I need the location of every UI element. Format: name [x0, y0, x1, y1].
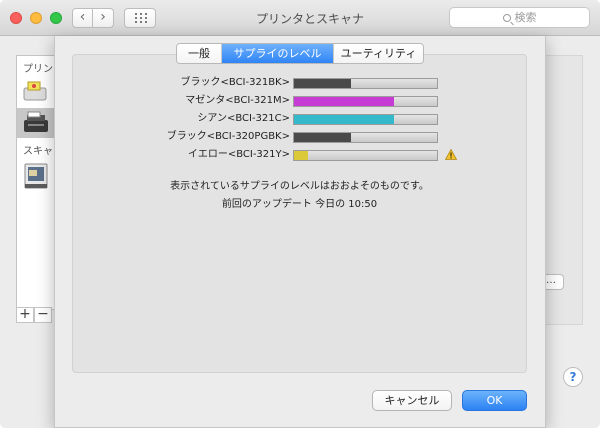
ink-level-gauge	[293, 96, 438, 107]
printer-icon	[24, 111, 48, 132]
tab-general[interactable]: 一般	[177, 44, 221, 63]
supply-label: シアン<BCI-321C>	[197, 113, 290, 124]
close-window-button[interactable]	[10, 12, 22, 24]
add-printer-button[interactable]: +	[16, 307, 34, 323]
printers-header: プリン	[23, 64, 53, 75]
back-button[interactable]: ‹	[72, 8, 93, 28]
warning-icon	[445, 149, 457, 160]
ink-level-fill	[294, 133, 352, 142]
supply-label: マゼンタ<BCI-321M>	[185, 95, 290, 106]
ok-button[interactable]: OK	[462, 390, 527, 411]
printer-icon	[23, 81, 47, 101]
show-all-button[interactable]	[124, 8, 156, 28]
options-button[interactable]: …	[545, 274, 564, 290]
approximate-levels-note: 表示されているサプライのレベルはおおよそのものです。	[170, 181, 429, 192]
ink-level-gauge	[293, 114, 438, 125]
minimize-window-button[interactable]	[30, 12, 42, 24]
scanner-icon	[24, 163, 48, 189]
supply-label: ブラック<BCI-320PGBK>	[166, 131, 290, 142]
ink-level-fill	[294, 79, 352, 88]
ink-level-gauge	[293, 150, 438, 161]
cancel-button[interactable]: キャンセル	[372, 390, 452, 411]
search-placeholder: 検索	[514, 11, 537, 24]
ink-level-fill	[294, 115, 395, 124]
search-icon	[502, 14, 511, 22]
search-field[interactable]: 検索	[449, 7, 590, 28]
title-bar: ‹ › プリンタとスキャナ 検索	[0, 0, 600, 36]
supply-label: イエロー<BCI-321Y>	[187, 149, 290, 160]
ink-level-fill	[294, 151, 309, 160]
window-title: プリンタとスキャナ	[255, 12, 364, 26]
tab-utility[interactable]: ユーティリティ	[333, 44, 423, 63]
chevron-right-icon: ›	[100, 9, 106, 25]
tab-bar: 一般 サプライのレベル ユーティリティ	[176, 43, 424, 64]
ink-level-fill	[294, 97, 395, 106]
forward-button[interactable]: ›	[93, 8, 114, 28]
remove-printer-button[interactable]: −	[34, 307, 52, 323]
printers-scanners-window: ‹ › プリンタとスキャナ 検索 プリン スキャ + − … ? 一般 サプライ…	[0, 0, 600, 428]
help-button[interactable]: ?	[563, 367, 583, 387]
ink-level-gauge	[293, 78, 438, 89]
last-updated-text: 前回のアップデート 今日の 10:50	[221, 199, 378, 210]
grid-icon	[135, 13, 147, 23]
tab-supply-levels[interactable]: サプライのレベル	[221, 44, 333, 63]
ink-level-gauge	[293, 132, 438, 143]
chevron-left-icon: ‹	[79, 9, 86, 25]
zoom-window-button[interactable]	[50, 12, 62, 24]
scanners-header: スキャ	[23, 146, 53, 157]
supply-label: ブラック<BCI-321BK>	[180, 77, 291, 88]
